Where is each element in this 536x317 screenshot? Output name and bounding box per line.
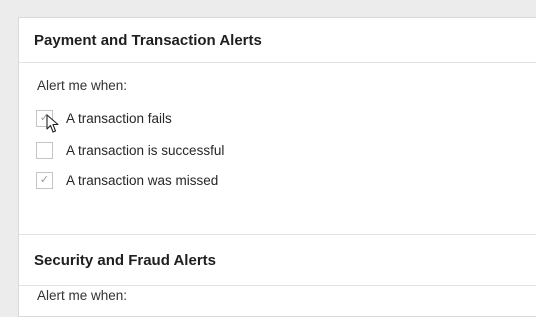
option-transaction-missed[interactable]: ✓ A transaction was missed [36, 170, 218, 190]
option-transaction-fails[interactable]: ✓ A transaction fails [36, 108, 172, 128]
checkbox-transaction-fails[interactable]: ✓ [36, 109, 53, 127]
section-header-security: Security and Fraud Alerts [19, 234, 536, 286]
checkbox-transaction-successful[interactable]: ✓ [36, 141, 53, 159]
alert-prompt-payment: Alert me when: [37, 78, 128, 93]
section-header-payment: Payment and Transaction Alerts [19, 18, 536, 63]
option-label: A transaction is successful [66, 142, 225, 158]
section-title-security: Security and Fraud Alerts [34, 251, 216, 269]
check-icon: ✓ [39, 173, 50, 186]
option-label: A transaction was missed [66, 172, 219, 188]
alerts-panel: Payment and Transaction Alerts Alert me … [18, 17, 536, 317]
option-transaction-successful[interactable]: ✓ A transaction is successful [36, 140, 224, 160]
checkbox-transaction-missed[interactable]: ✓ [36, 171, 53, 189]
alert-prompt-security: Alert me when: [37, 288, 128, 303]
check-icon: ✓ [39, 111, 50, 124]
section-title-payment: Payment and Transaction Alerts [34, 31, 262, 49]
option-label: A transaction fails [66, 110, 172, 126]
